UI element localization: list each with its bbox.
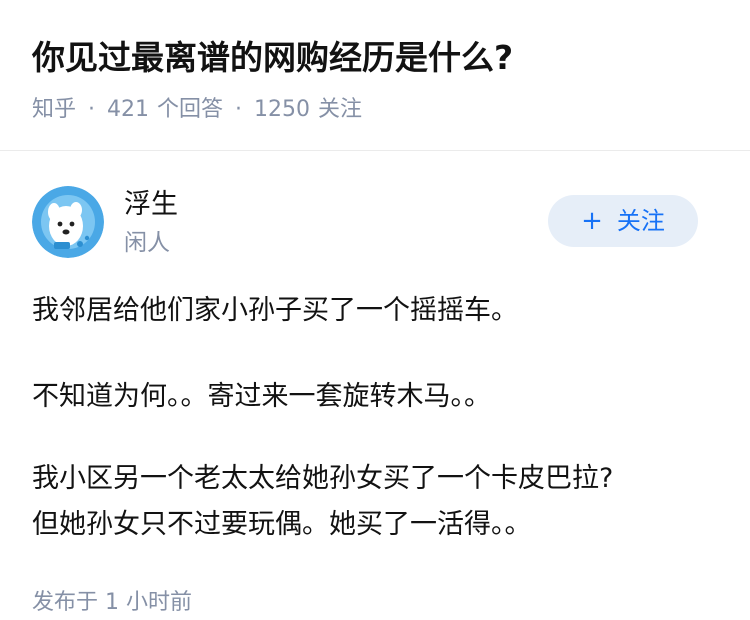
source-label[interactable]: 知乎 (32, 94, 76, 126)
question-meta: 知乎 · 421 个回答 · 1250 关注 (32, 94, 362, 126)
follower-count-label: 关注 (318, 97, 363, 122)
answer-paragraph: 不知道为何。。寄过来一套旋转木马。。 (32, 381, 491, 412)
avatar[interactable] (32, 186, 104, 258)
answer-count: 421 (107, 97, 150, 122)
meta-separator: · (235, 97, 243, 122)
follower-count: 1250 (254, 97, 311, 122)
question-title[interactable]: 你见过最离谱的网购经历是什么? (32, 34, 513, 82)
answer-paragraph: 但她孙女只不过要玩偶。她买了一活得。。 (32, 509, 532, 540)
divider (0, 150, 750, 151)
publish-time: 发布于 1 小时前 (32, 590, 192, 615)
dog-avatar-icon (32, 186, 104, 258)
author-headline: 闲人 (124, 230, 170, 256)
answer-paragraph: 我邻居给他们家小孙子买了一个摇摇车。 (32, 295, 518, 326)
follow-button-label: 关注 (616, 207, 665, 235)
plus-icon: + (581, 206, 603, 236)
answer-count-label[interactable]: 个回答 (157, 94, 223, 126)
answer-paragraph: 我小区另一个老太太给她孙女买了一个卡皮巴拉? (32, 463, 614, 494)
follow-button[interactable]: + 关注 (548, 195, 698, 247)
meta-separator: · (88, 97, 96, 122)
author-name[interactable]: 浮生 (124, 186, 178, 224)
